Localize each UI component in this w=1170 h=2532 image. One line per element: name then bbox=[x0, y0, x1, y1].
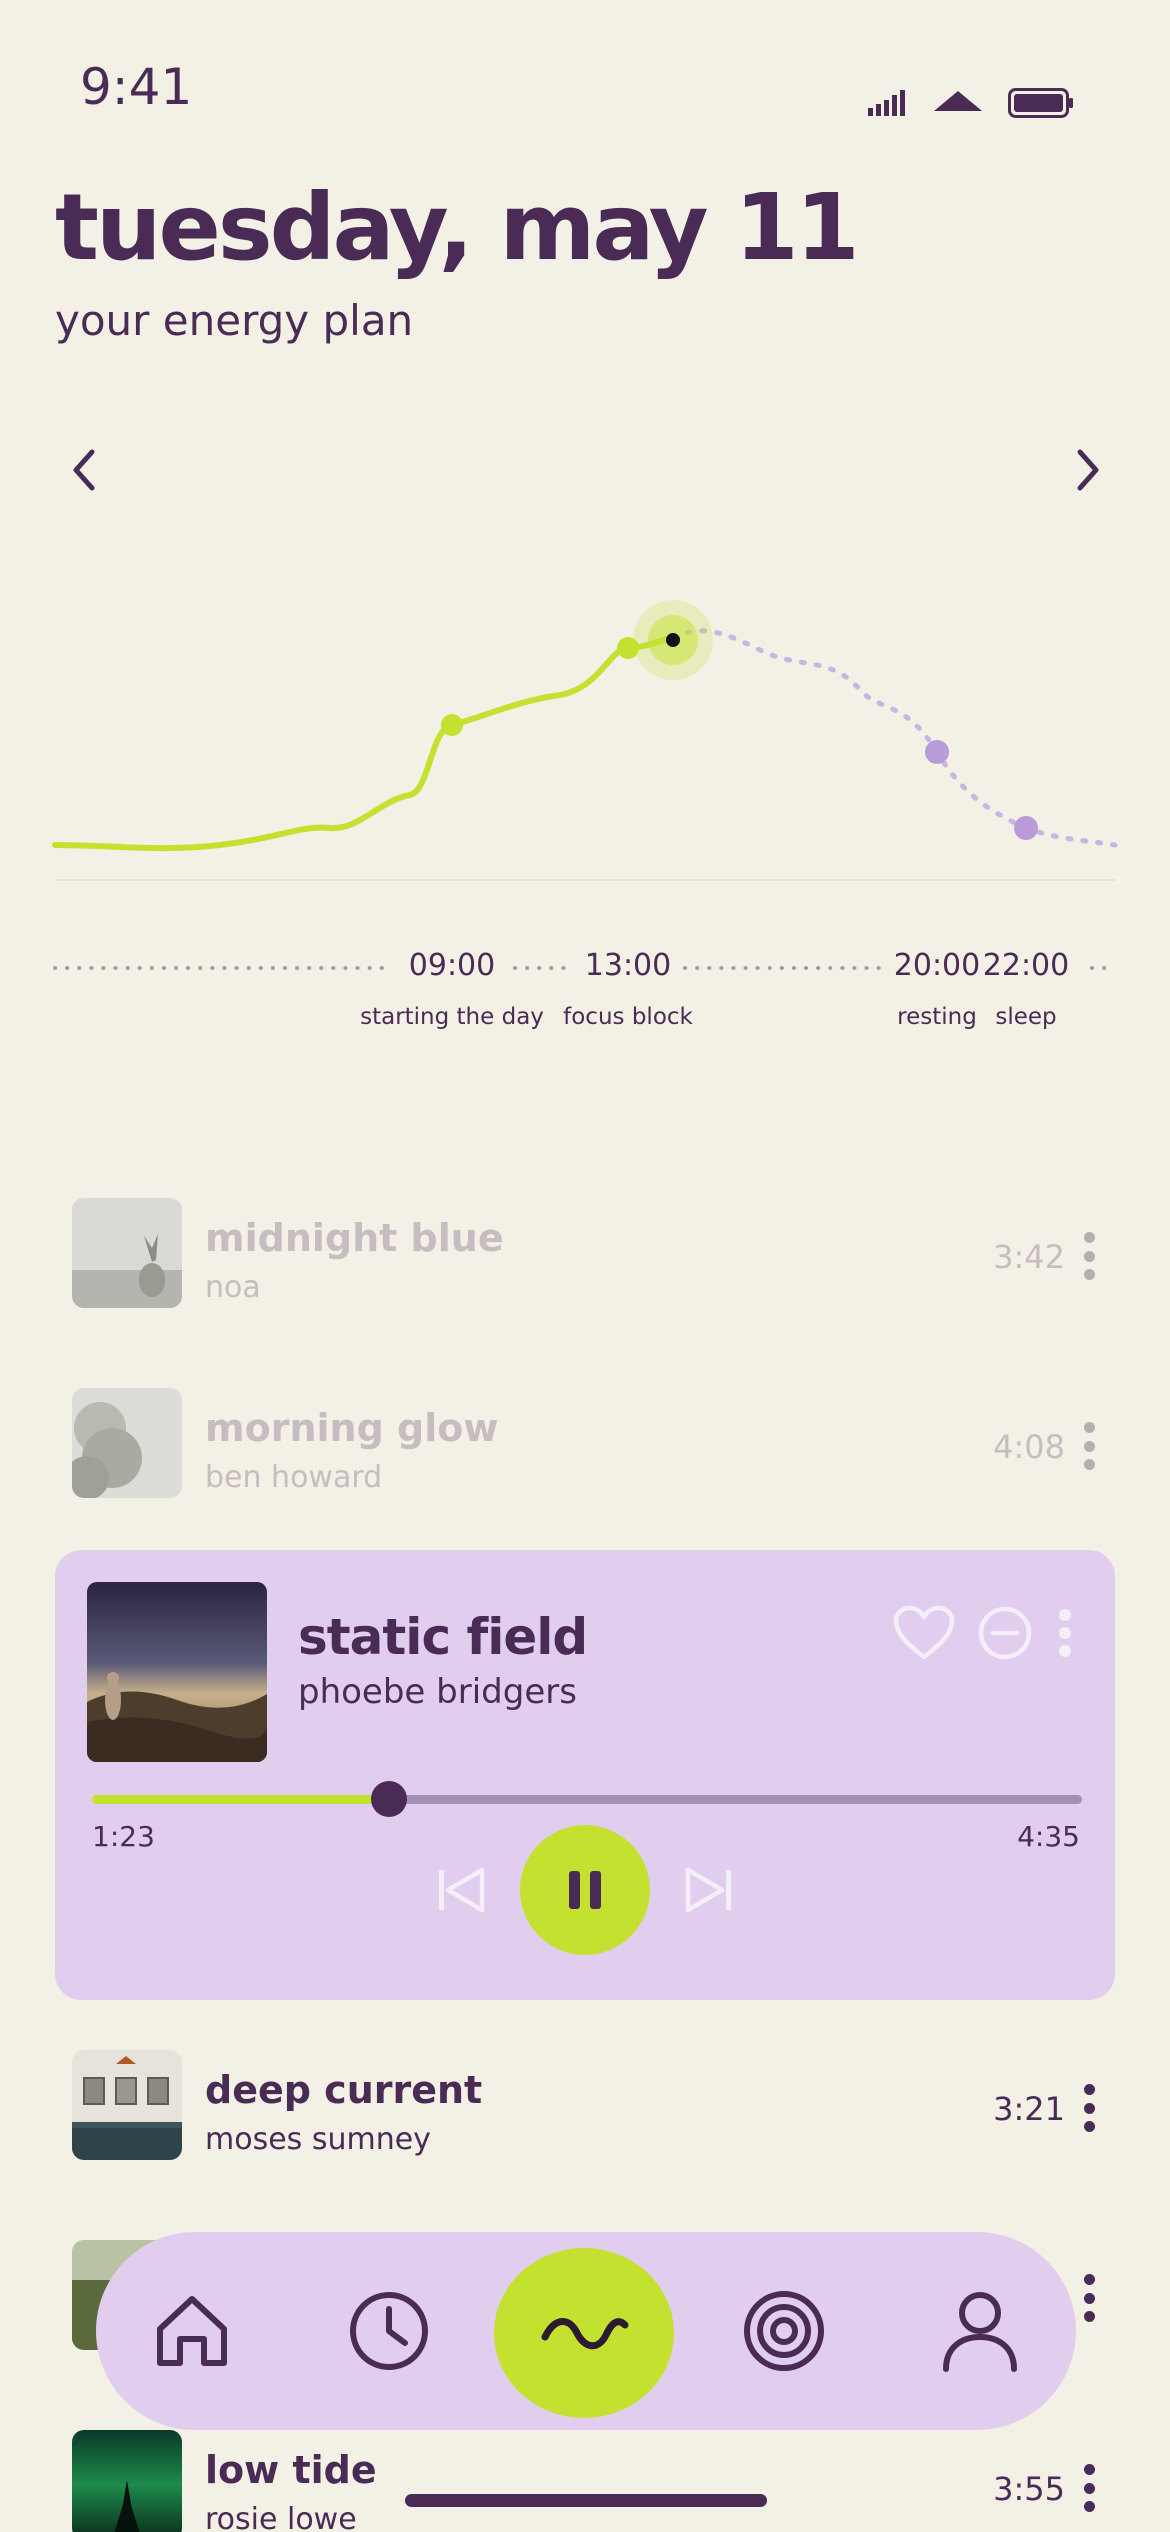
list-item[interactable]: deep current moses sumney 3:21 bbox=[55, 2050, 1115, 2200]
track-artist: rosie lowe bbox=[205, 2502, 357, 2532]
track-title: low tide bbox=[205, 2448, 377, 2492]
wave-icon bbox=[541, 2318, 629, 2350]
skip-back-icon bbox=[439, 1867, 485, 1913]
more-options-icon[interactable] bbox=[1079, 2464, 1099, 2512]
list-item[interactable]: morning glow ben howard 4:08 bbox=[55, 1388, 1115, 1538]
more-options-icon[interactable] bbox=[1079, 2274, 1099, 2322]
page-subtitle: your energy plan bbox=[55, 296, 414, 345]
track-artist: moses sumney bbox=[205, 2122, 431, 2157]
more-options-icon[interactable] bbox=[1079, 1422, 1099, 1470]
energy-point-resting bbox=[925, 740, 949, 764]
wifi-icon bbox=[934, 91, 982, 111]
status-bar: 9:41 bbox=[0, 0, 1170, 150]
status-icons bbox=[868, 88, 1074, 118]
timeline-label: resting bbox=[897, 1004, 977, 1030]
energy-curve-past bbox=[52, 635, 676, 852]
nav-energy[interactable] bbox=[494, 2248, 674, 2418]
timeline-time: 20:00 bbox=[893, 948, 981, 983]
track-artist: noa bbox=[205, 1270, 261, 1305]
previous-track-button[interactable] bbox=[436, 1866, 486, 1914]
now-playing-title: static field bbox=[298, 1608, 588, 1666]
track-artist: ben howard bbox=[205, 1460, 383, 1495]
profile-icon bbox=[943, 2292, 1017, 2372]
now-playing-artist: phoebe bridgers bbox=[298, 1672, 577, 1712]
timeline-label: focus block bbox=[563, 1004, 693, 1030]
previous-day-button[interactable] bbox=[54, 440, 114, 500]
header: tuesday, may 11 your energy plan bbox=[55, 174, 860, 346]
energy-curve-future bbox=[670, 628, 1118, 848]
timeline-label: sleep bbox=[995, 1004, 1057, 1030]
track-duration: 3:55 bbox=[993, 2470, 1065, 2508]
progress-handle[interactable] bbox=[371, 1781, 407, 1817]
pause-button[interactable] bbox=[520, 1825, 650, 1955]
energy-point-sleep bbox=[1014, 816, 1038, 840]
progress-fill bbox=[92, 1795, 389, 1804]
target-icon bbox=[744, 2291, 824, 2371]
track-title: midnight blue bbox=[205, 1216, 504, 1260]
minus-circle-icon bbox=[978, 1606, 1032, 1660]
nav-history[interactable] bbox=[339, 2281, 439, 2381]
heart-icon bbox=[893, 1605, 955, 1660]
list-item[interactable]: midnight blue noa 3:42 bbox=[55, 1198, 1115, 1348]
chevron-left-icon bbox=[73, 449, 95, 491]
home-icon bbox=[157, 2296, 227, 2366]
progress-bar[interactable] bbox=[92, 1781, 1082, 1817]
energy-curve-chart bbox=[52, 600, 1118, 881]
more-options-icon[interactable] bbox=[1079, 2084, 1099, 2132]
energy-point-starting-the-day bbox=[441, 714, 463, 736]
skip-forward-icon bbox=[685, 1867, 731, 1913]
timeline-time: 22:00 bbox=[982, 948, 1070, 983]
playback-controls bbox=[55, 1825, 1115, 1955]
home-indicator[interactable] bbox=[405, 2494, 767, 2507]
like-button[interactable] bbox=[893, 1605, 955, 1661]
current-time-marker bbox=[666, 633, 680, 647]
day-timeline: 09:00 starting the day 13:00 focus block… bbox=[0, 940, 1170, 1060]
album-art bbox=[87, 1582, 267, 1762]
battery-icon bbox=[1008, 88, 1073, 118]
timeline-label: starting the day bbox=[360, 1004, 544, 1030]
chevron-right-icon bbox=[1077, 449, 1099, 491]
dislike-button[interactable] bbox=[977, 1605, 1033, 1661]
album-art bbox=[72, 2430, 182, 2532]
nav-goals[interactable] bbox=[734, 2281, 834, 2381]
more-options-icon[interactable] bbox=[1055, 1607, 1075, 1659]
now-playing-card: static field phoebe bridgers 1:23 4:35 bbox=[55, 1550, 1115, 2000]
list-item[interactable]: low tide rosie lowe 3:55 bbox=[55, 2430, 1115, 2532]
nav-home[interactable] bbox=[142, 2281, 242, 2381]
next-day-button[interactable] bbox=[1058, 440, 1118, 500]
timeline-time: 09:00 bbox=[408, 948, 496, 983]
track-title: morning glow bbox=[205, 1406, 499, 1450]
nav-profile[interactable] bbox=[930, 2281, 1030, 2381]
track-duration: 3:42 bbox=[993, 1238, 1065, 1276]
player-actions bbox=[893, 1605, 1075, 1661]
page-title: tuesday, may 11 bbox=[55, 174, 860, 281]
pause-icon bbox=[569, 1871, 601, 1909]
bottom-nav bbox=[96, 2232, 1076, 2430]
track-title: deep current bbox=[205, 2068, 483, 2112]
album-art bbox=[72, 2050, 182, 2160]
clock-icon bbox=[350, 2292, 428, 2370]
track-duration: 3:21 bbox=[993, 2090, 1065, 2128]
signal-icon bbox=[868, 90, 905, 116]
track-duration: 4:08 bbox=[993, 1428, 1065, 1466]
album-art bbox=[72, 1198, 182, 1308]
album-art bbox=[72, 1388, 182, 1498]
timeline-time: 13:00 bbox=[584, 948, 672, 983]
next-track-button[interactable] bbox=[684, 1866, 734, 1914]
more-options-icon[interactable] bbox=[1079, 1232, 1099, 1280]
status-time: 9:41 bbox=[80, 58, 193, 116]
